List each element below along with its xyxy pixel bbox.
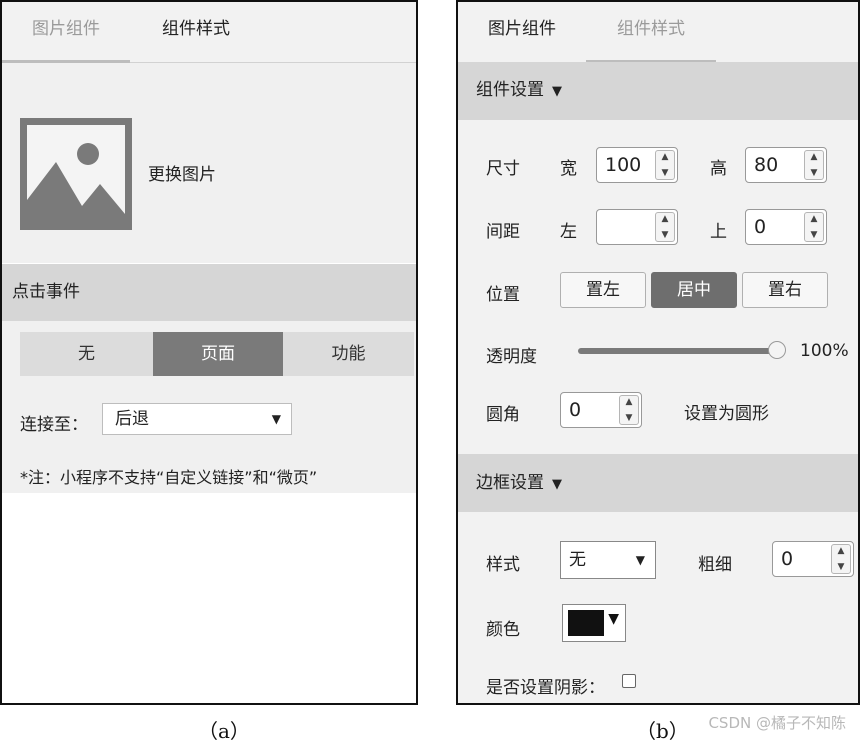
arrow-up-icon[interactable]: ▲ xyxy=(805,152,823,162)
align-center-button[interactable]: 居中 xyxy=(651,272,737,308)
chevron-down-icon: ▼ xyxy=(635,553,645,567)
tab-bar: 图片组件 组件样式 xyxy=(2,2,416,63)
border-thickness-label: 粗细 xyxy=(698,555,732,575)
tab-image-component[interactable]: 图片组件 xyxy=(2,2,130,60)
height-stepper[interactable]: 80 ▲ ▼ xyxy=(745,147,827,183)
stepper-arrows[interactable]: ▲ ▼ xyxy=(831,544,851,574)
mini-program-note: *注：小程序不支持“自定义链接”和“微页” xyxy=(20,468,318,487)
event-option-page[interactable]: 页面 xyxy=(153,332,283,376)
border-style-select[interactable]: 无 ▼ xyxy=(560,541,656,579)
link-to-value: 后退 xyxy=(115,409,149,429)
radius-stepper[interactable]: 0 ▲ ▼ xyxy=(560,392,642,428)
arrow-up-icon[interactable]: ▲ xyxy=(656,214,674,224)
arrow-down-icon[interactable]: ▼ xyxy=(656,230,674,240)
tab-component-style[interactable]: 组件样式 xyxy=(586,2,716,60)
arrow-down-icon[interactable]: ▼ xyxy=(656,168,674,178)
border-style-label: 样式 xyxy=(486,555,520,575)
opacity-slider-track[interactable] xyxy=(578,348,784,354)
top-spacing-value: 0 xyxy=(754,216,767,238)
border-color-label: 颜色 xyxy=(486,620,520,640)
color-swatch xyxy=(568,610,604,636)
width-value: 100 xyxy=(605,154,642,176)
image-placeholder-icon[interactable] xyxy=(20,118,132,230)
event-option-function[interactable]: 功能 xyxy=(283,332,414,376)
spacing-label: 间距 xyxy=(486,222,520,242)
tab-component-style[interactable]: 组件样式 xyxy=(130,2,262,60)
opacity-label: 透明度 xyxy=(486,347,537,367)
caret-down-icon: ▼ xyxy=(552,477,562,492)
arrow-up-icon[interactable]: ▲ xyxy=(805,214,823,224)
image-icon xyxy=(27,125,125,223)
caption-a: （a） xyxy=(198,719,250,743)
panel-a: 图片组件 组件样式 更换图片 点击事件 无 页面 功能 连接至： 后退 ▼ *注… xyxy=(0,0,418,705)
size-label: 尺寸 xyxy=(486,159,520,179)
stepper-arrows[interactable]: ▲ ▼ xyxy=(655,212,675,242)
arrow-up-icon[interactable]: ▲ xyxy=(656,152,674,162)
stepper-arrows[interactable]: ▲ ▼ xyxy=(655,150,675,180)
chevron-down-icon: ▼ xyxy=(608,611,619,627)
arrow-down-icon[interactable]: ▼ xyxy=(805,230,823,240)
chevron-down-icon: ▼ xyxy=(271,412,281,426)
opacity-value: 100% xyxy=(800,341,849,361)
shadow-label: 是否设置阴影： xyxy=(486,678,605,698)
opacity-slider-handle[interactable] xyxy=(768,341,786,359)
position-label: 位置 xyxy=(486,285,520,305)
shadow-checkbox[interactable] xyxy=(622,674,636,688)
component-settings-header[interactable]: 组件设置 ▼ xyxy=(458,62,858,120)
set-circle-link[interactable]: 设置为圆形 xyxy=(684,399,769,424)
width-stepper[interactable]: 100 ▲ ▼ xyxy=(596,147,678,183)
align-right-button[interactable]: 置右 xyxy=(742,272,828,308)
border-color-picker[interactable]: ▼ xyxy=(562,604,626,642)
border-style-value: 无 xyxy=(569,550,586,570)
border-settings-title: 边框设置 xyxy=(476,473,544,493)
caption-b: （b） xyxy=(636,719,689,743)
watermark: CSDN @橘子不知陈 xyxy=(708,714,846,732)
click-event-header: 点击事件 xyxy=(2,264,416,321)
border-thickness-value: 0 xyxy=(781,548,794,570)
click-event-title: 点击事件 xyxy=(12,282,80,302)
tab-bar: 图片组件 组件样式 xyxy=(458,2,858,63)
width-label: 宽 xyxy=(560,159,577,179)
component-settings-title: 组件设置 xyxy=(476,80,544,100)
stepper-arrows[interactable]: ▲ ▼ xyxy=(619,395,639,425)
left-label: 左 xyxy=(560,222,577,242)
stepper-arrows[interactable]: ▲ ▼ xyxy=(804,150,824,180)
height-label: 高 xyxy=(710,159,727,179)
align-left-button[interactable]: 置左 xyxy=(560,272,646,308)
arrow-down-icon[interactable]: ▼ xyxy=(832,562,850,572)
arrow-down-icon[interactable]: ▼ xyxy=(805,168,823,178)
caret-down-icon: ▼ xyxy=(552,84,562,99)
stepper-arrows[interactable]: ▲ ▼ xyxy=(804,212,824,242)
link-to-label: 连接至： xyxy=(20,415,88,435)
top-spacing-stepper[interactable]: 0 ▲ ▼ xyxy=(745,209,827,245)
border-settings-header[interactable]: 边框设置 ▼ xyxy=(458,454,858,512)
arrow-down-icon[interactable]: ▼ xyxy=(620,413,638,423)
panel-b: 图片组件 组件样式 组件设置 ▼ 尺寸 宽 100 ▲ ▼ 高 80 ▲ ▼ 间距 左… xyxy=(456,0,860,705)
change-image-link[interactable]: 更换图片 xyxy=(148,160,216,185)
tab-image-component[interactable]: 图片组件 xyxy=(458,2,586,60)
event-option-none[interactable]: 无 xyxy=(20,332,153,376)
radius-label: 圆角 xyxy=(486,405,520,425)
border-thickness-stepper[interactable]: 0 ▲ ▼ xyxy=(772,541,854,577)
arrow-up-icon[interactable]: ▲ xyxy=(620,397,638,407)
top-label: 上 xyxy=(710,222,727,242)
link-to-select[interactable]: 后退 ▼ xyxy=(102,403,292,435)
height-value: 80 xyxy=(754,154,779,176)
left-spacing-stepper[interactable]: ▲ ▼ xyxy=(596,209,678,245)
radius-value: 0 xyxy=(569,399,582,421)
arrow-up-icon[interactable]: ▲ xyxy=(832,546,850,556)
